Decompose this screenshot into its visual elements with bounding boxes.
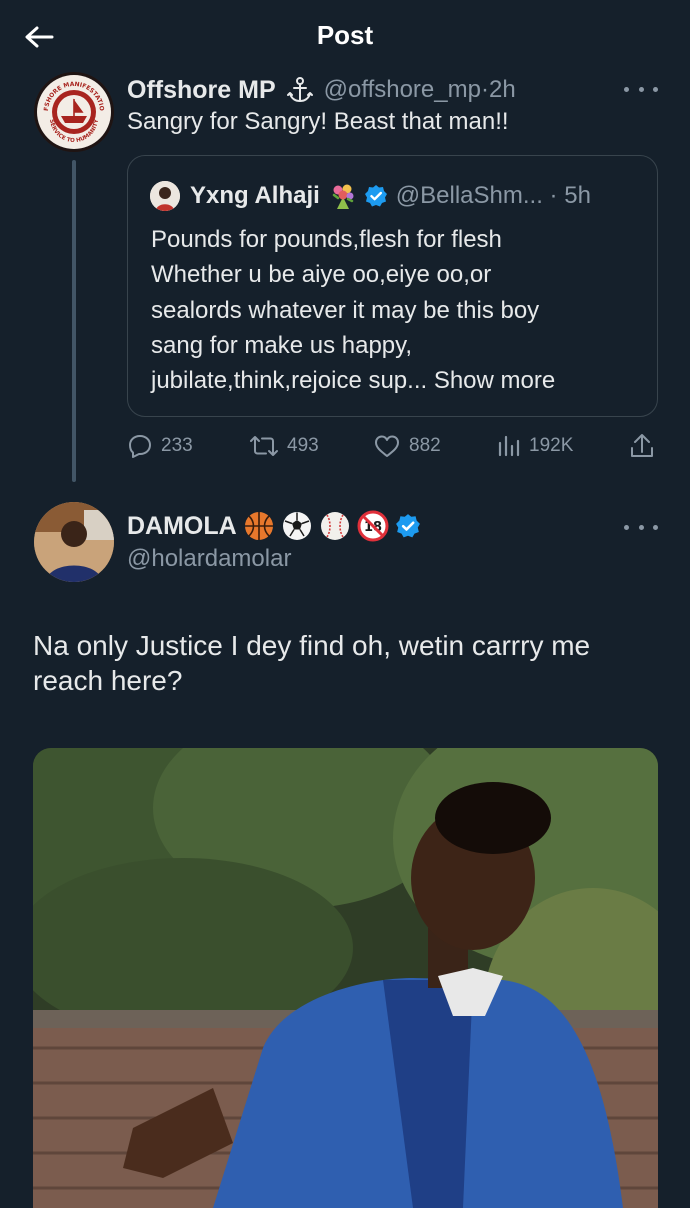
more-horizontal-icon — [624, 86, 629, 92]
no-one-under-eighteen-emoji: 18 — [357, 510, 389, 542]
separator-dot: · — [480, 76, 489, 103]
avatar — [150, 181, 180, 211]
author-handle[interactable]: @holardamolar — [127, 545, 291, 573]
anchor-icon — [286, 76, 314, 104]
views-icon — [498, 435, 520, 457]
media-photo — [33, 748, 658, 1208]
share-button[interactable] — [629, 428, 655, 464]
engagement-bar: 233 493 882 192K — [127, 428, 658, 464]
basketball-emoji — [243, 510, 275, 542]
post-header: Offshore MP @offshore_mp·2h — [127, 72, 516, 108]
more-options-button[interactable] — [624, 82, 658, 96]
reply-icon — [129, 435, 151, 458]
quoted-post-text: Pounds for pounds,flesh for flesh Whethe… — [151, 226, 556, 395]
verified-badge-icon — [395, 513, 421, 539]
bouquet-emoji — [328, 181, 358, 211]
verified-badge-icon — [364, 184, 388, 208]
repost-button[interactable]: 493 — [249, 428, 319, 464]
quoted-post-time: 5h — [564, 182, 591, 209]
like-count: 882 — [409, 435, 441, 456]
repost-count: 493 — [287, 435, 319, 456]
page-title: Post — [316, 20, 374, 50]
quoted-author-handle: @BellaShm... — [395, 182, 543, 209]
more-options-button[interactable] — [624, 520, 658, 534]
thread-connector-line — [72, 160, 76, 482]
author-handle[interactable]: @offshore_mp — [324, 76, 481, 103]
more-horizontal-icon — [624, 524, 629, 530]
post-time[interactable]: 2h — [489, 76, 516, 103]
quoted-author-name: Yxng Alhaji — [190, 182, 320, 209]
views-button[interactable]: 192K — [497, 428, 573, 464]
like-button[interactable]: 882 — [373, 428, 441, 464]
post-text: Na only Justice I dey find oh, wetin car… — [33, 630, 591, 696]
share-icon — [631, 434, 653, 457]
show-more-link[interactable]: Show more — [434, 367, 555, 394]
author-name[interactable]: Offshore MP — [127, 76, 276, 105]
post-media-image[interactable] — [33, 748, 658, 1208]
quoted-post-card[interactable]: Yxng Alhaji @BellaShm... · 5h Pounds for… — [127, 155, 658, 417]
author-name[interactable]: DAMOLA — [127, 512, 237, 541]
repost-icon — [250, 436, 278, 456]
avatar[interactable]: OFFSHORE MANIFESTATIONS SERVICE TO HUMAN… — [34, 72, 114, 152]
baseball-emoji — [319, 510, 351, 542]
post-header: DAMOLA 18 — [127, 508, 421, 544]
reply-button[interactable]: 233 — [127, 428, 193, 464]
top-bar: Post — [0, 0, 690, 72]
avatar[interactable] — [34, 502, 114, 582]
view-count: 192K — [529, 435, 574, 456]
soccer-ball-emoji — [281, 510, 313, 542]
offshore-logo: OFFSHORE MANIFESTATIONS SERVICE TO HUMAN… — [34, 72, 114, 152]
reply-count: 233 — [161, 435, 193, 456]
quoted-post-header: Yxng Alhaji @BellaShm... · 5h — [150, 178, 591, 214]
heart-icon — [375, 435, 399, 457]
post-text: Sangry for Sangry! Beast that man!! — [127, 108, 509, 135]
